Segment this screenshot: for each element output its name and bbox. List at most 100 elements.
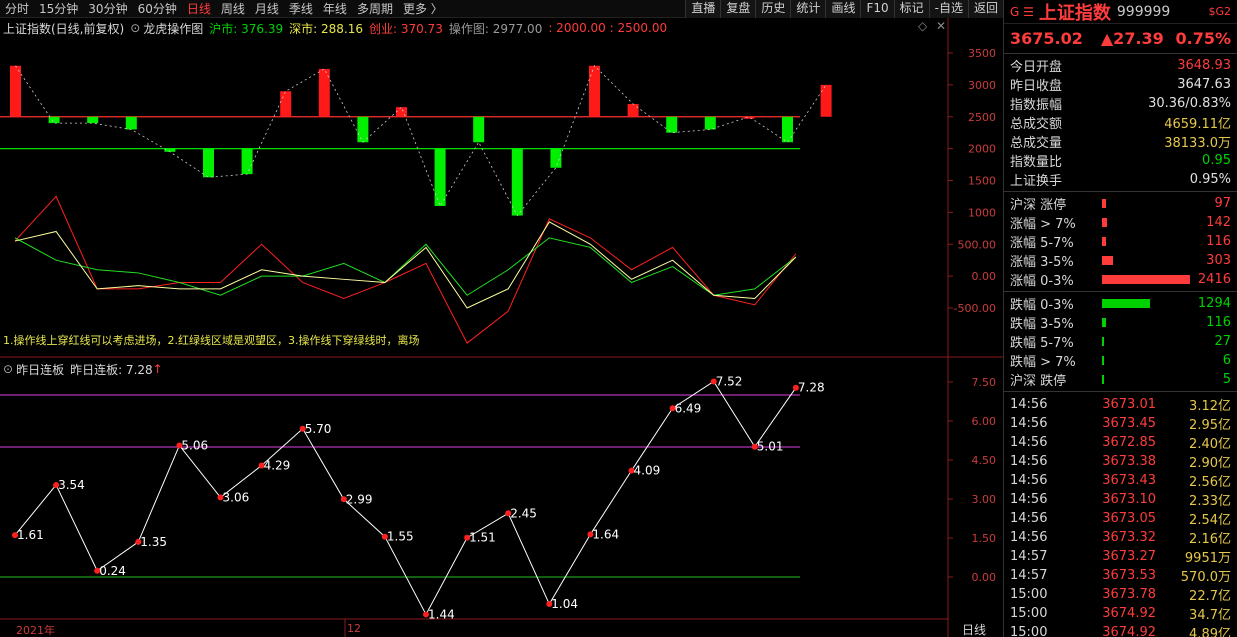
distribution-bar [1102, 256, 1114, 265]
stat-value: 0.95 [1202, 153, 1231, 168]
lianban-label: 1.51 [469, 531, 496, 545]
lianban-label: 5.01 [757, 440, 784, 454]
tick-time: 14:56 [1010, 473, 1048, 488]
tick-time: 15:00 [1010, 606, 1048, 621]
distribution-value: 142 [1206, 215, 1231, 230]
indicator-dropdown-icon[interactable]: ⊙ [130, 21, 140, 35]
price-row: 3675.02 ▲27.39 0.75% [1004, 24, 1237, 54]
lower-axis-label: 7.50 [972, 376, 997, 389]
lianban-label: 4.09 [634, 464, 661, 478]
tick-volume: 2.56亿 [1189, 475, 1231, 490]
indicator-name[interactable]: 龙虎操作图 [143, 20, 203, 37]
lower-panel-header: ⊙ 昨日连板 昨日连板: 7.28 ↑ [0, 360, 169, 378]
distribution-label: 沪深 涨停 [1010, 198, 1067, 213]
distribution-bar-box [1096, 299, 1185, 308]
distribution-row: 跌幅 > 7% 6 [1004, 351, 1237, 370]
distribution-value: 1294 [1197, 296, 1231, 311]
distribution-bar [1102, 337, 1104, 346]
panel-settings-icon[interactable]: ◇ [918, 19, 927, 33]
tick-volume: 2.33亿 [1189, 494, 1231, 509]
op-bar [48, 116, 60, 124]
market-badge: $G2 [1208, 5, 1231, 18]
tick-volume: 3.12亿 [1189, 399, 1231, 414]
lianban-label: 1.44 [428, 607, 455, 621]
tick-time: 14:56 [1010, 454, 1048, 469]
stat-value: 3648.93 [1177, 58, 1231, 73]
index-label: 上证指数(日线,前复权) [3, 21, 125, 36]
distribution-value: 6 [1222, 353, 1231, 368]
cy-value: 创业: 370.73 [368, 21, 443, 36]
index-name: 上证指数 [1038, 2, 1111, 24]
last-price: 3675.02 [1010, 29, 1083, 48]
op-bar [550, 148, 562, 168]
tick-time: 14:56 [1010, 435, 1048, 450]
lianban-label: 6.49 [675, 401, 702, 415]
xaxis-period-label[interactable]: 日线 [962, 621, 986, 637]
stat-label: 指数振幅 [1010, 98, 1063, 113]
stat-value: 0.95% [1189, 172, 1231, 187]
lower-axis-label: 0.00 [972, 571, 997, 584]
lianban-label: 3.06 [223, 490, 250, 504]
tick-row: 15:00 3674.92 4.89亿 [1004, 623, 1237, 637]
tick-price: 3673.27 [1102, 549, 1156, 564]
op-bar [87, 116, 99, 124]
stat-label: 昨日收盘 [1010, 79, 1063, 94]
lianban-label: 3.54 [58, 478, 85, 492]
stat-row: 指数量比 0.95 [1004, 151, 1237, 170]
op-value: 操作图: 2977.00 [448, 21, 543, 36]
tick-volume: 2.54亿 [1189, 513, 1231, 528]
lower-dropdown-icon[interactable]: ⊙ [3, 362, 13, 376]
index-code: 999999 [1116, 3, 1171, 20]
distribution-bar [1102, 237, 1107, 246]
stat-label: 今日开盘 [1010, 60, 1063, 75]
distribution-label: 沪深 跌停 [1010, 374, 1067, 389]
op-bar [434, 148, 446, 206]
tick-row: 14:56 3673.32 2.16亿 [1004, 528, 1237, 547]
tick-row: 15:00 3674.92 34.7亿 [1004, 604, 1237, 623]
tick-price: 3674.92 [1102, 625, 1156, 637]
distribution-bar [1102, 375, 1104, 384]
tick-price: 3673.38 [1102, 454, 1156, 469]
lianban-label: 7.28 [798, 381, 825, 395]
distribution-row: 沪深 涨停 97 [1004, 194, 1237, 213]
distribution-bar [1102, 275, 1190, 284]
distribution-bar-box [1096, 356, 1185, 365]
panel-close-icon[interactable]: ✕ [936, 19, 946, 33]
up-distribution: 沪深 涨停 97 涨幅 > 7% 142 涨幅 5-7% 116 涨幅 3-5% 303 涨幅 … [1004, 192, 1237, 292]
up-arrow-icon: ↑ [152, 362, 163, 376]
menu-icon[interactable]: G ☰ [1010, 5, 1034, 19]
stat-row: 指数振幅 30.36/0.83% [1004, 94, 1237, 113]
distribution-row: 涨幅 5-7% 116 [1004, 232, 1237, 251]
op-bar [10, 65, 21, 117]
distribution-bar-box [1096, 275, 1190, 284]
distribution-value: 97 [1214, 196, 1231, 211]
xaxis-mid-label: 12 [347, 622, 361, 635]
stats-section: 今日开盘 3648.93 昨日收盘 3647.63 指数振幅 30.36/0.83% 总成交… [1004, 54, 1237, 192]
distribution-row: 跌幅 0-3% 1294 [1004, 294, 1237, 313]
distribution-label: 跌幅 5-7% [1010, 336, 1074, 351]
distribution-bar [1102, 299, 1150, 308]
tick-row: 14:56 3673.43 2.56亿 [1004, 471, 1237, 490]
distribution-label: 跌幅 3-5% [1010, 317, 1074, 332]
distribution-value: 116 [1206, 315, 1231, 330]
distribution-row: 跌幅 5-7% 27 [1004, 332, 1237, 351]
tick-row: 14:56 3673.10 2.33亿 [1004, 490, 1237, 509]
stat-label: 总成交额 [1010, 117, 1063, 132]
lower-panel-title[interactable]: 昨日连板 [16, 361, 64, 378]
tick-time: 15:00 [1010, 587, 1048, 602]
distribution-bar [1102, 356, 1104, 365]
tick-time: 14:56 [1010, 492, 1048, 507]
sh-value: 沪市: 376.39 [209, 21, 284, 36]
tick-time: 14:56 [1010, 397, 1048, 412]
distribution-value: 116 [1206, 234, 1231, 249]
distribution-label: 跌幅 > 7% [1010, 355, 1076, 370]
tick-row: 15:00 3673.78 22.7亿 [1004, 585, 1237, 604]
distribution-label: 涨幅 > 7% [1010, 217, 1076, 232]
tick-time: 14:57 [1010, 568, 1048, 583]
op-bar [704, 116, 716, 130]
distribution-row: 涨幅 3-5% 303 [1004, 251, 1237, 270]
op-bar [820, 84, 832, 117]
tick-row: 14:56 3673.38 2.90亿 [1004, 452, 1237, 471]
tick-volume: 34.7亿 [1189, 608, 1231, 623]
distribution-bar-box [1096, 218, 1185, 227]
